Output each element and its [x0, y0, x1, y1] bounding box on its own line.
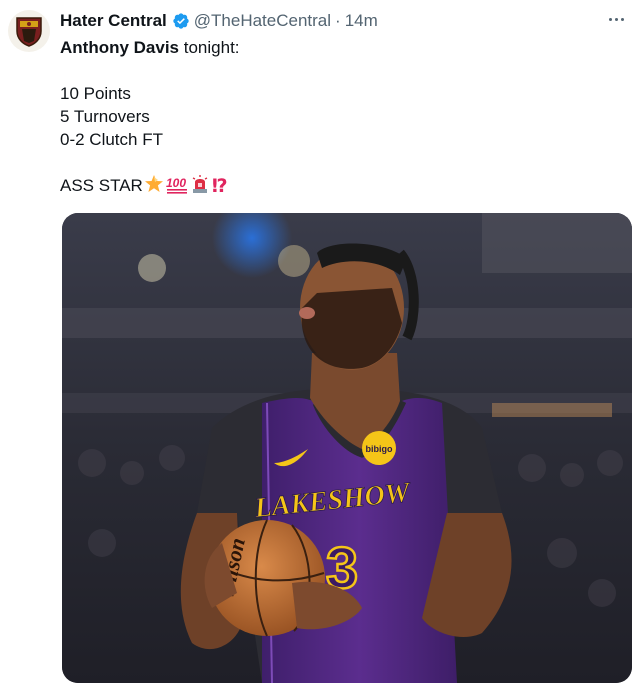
more-dot-icon: [608, 17, 612, 21]
tweet-text: Anthony Davis tonight: 10 Points 5 Turno…: [60, 36, 240, 197]
stat-line: 5 Turnovers: [60, 107, 150, 126]
timestamp[interactable]: 14m: [345, 11, 378, 31]
police-light-emoji-icon: [192, 175, 208, 193]
tweet-line-closer: ASS STAR 100 ⁉: [60, 174, 240, 197]
avatar[interactable]: [8, 10, 50, 52]
more-options-button[interactable]: [602, 8, 630, 30]
tweet-line-rest: tonight:: [179, 38, 240, 57]
separator-dot: ·: [335, 11, 341, 30]
user-handle[interactable]: @TheHateCentral: [194, 11, 331, 31]
stat-line: 10 Points: [60, 84, 131, 103]
exclamation-question-emoji-icon: ⁉: [211, 176, 228, 197]
closer-text: ASS STAR: [60, 176, 143, 195]
star-emoji-icon: [144, 175, 163, 192]
display-name[interactable]: Hater Central: [60, 11, 167, 31]
verified-badge-icon: [173, 13, 189, 29]
svg-text:100: 100: [166, 176, 186, 190]
mentioned-player: Anthony Davis: [60, 38, 180, 57]
crest-logo-icon: [16, 17, 42, 47]
stat-line: 0-2 Clutch FT: [60, 130, 163, 149]
sponsor-patch-text: bibigo: [366, 444, 393, 454]
tweet-media-photo[interactable]: bibigo LAKESHOW 3 Wilson: [62, 213, 632, 683]
tweet-line-intro: Anthony Davis tonight:: [60, 36, 240, 59]
more-dot-icon: [620, 17, 624, 21]
player-photo: bibigo LAKESHOW 3 Wilson: [62, 213, 632, 683]
more-dot-icon: [614, 17, 618, 21]
hundred-points-emoji-icon: 100: [166, 176, 187, 194]
tweet-card[interactable]: Hater Central @TheHateCentral · 14m Anth…: [0, 0, 636, 683]
tweet-header: Hater Central @TheHateCentral · 14m: [60, 10, 378, 32]
